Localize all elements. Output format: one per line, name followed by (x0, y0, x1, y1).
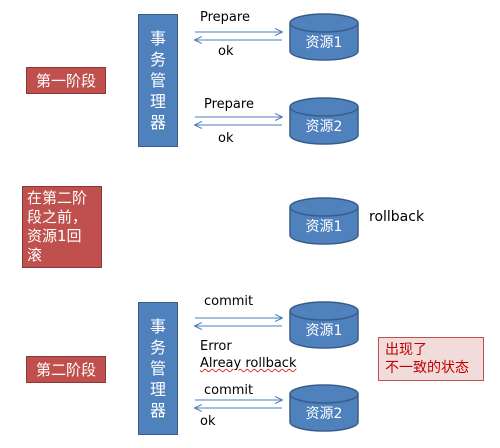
prepare-label-2: Prepare (204, 97, 254, 112)
db-label: 资源2 (306, 406, 343, 422)
db-cylinder-p2-r1: 资源1 (289, 301, 359, 349)
prepare-label-1: Prepare (200, 10, 250, 25)
db-label: 资源1 (306, 323, 343, 339)
manager-char: 务 (149, 338, 166, 357)
manager-char: 管 (149, 359, 166, 378)
stage-label-phase1: 第一阶段 (26, 67, 106, 94)
note-line: 滚 (27, 246, 43, 264)
inconsistency-warning-box: 出现了 不一致的状态 (378, 337, 484, 381)
db-cylinder-p2-r2: 资源2 (289, 384, 359, 432)
error-label: Error (200, 339, 232, 354)
ok-label-3: ok (200, 414, 216, 429)
db-label: 资源2 (306, 119, 343, 135)
commit-label-1: commit (204, 294, 254, 309)
manager-char: 器 (149, 113, 166, 132)
warning-line: 不一致的状态 (385, 360, 469, 376)
manager-char: 器 (149, 401, 166, 420)
ok-label-1: ok (218, 44, 234, 59)
db-cylinder-mid-r1: 资源1 (289, 197, 359, 245)
manager-char: 事 (149, 317, 166, 336)
note-line: 在第二阶 (27, 189, 88, 207)
manager-char: 管 (149, 71, 166, 90)
manager-char: 理 (149, 92, 166, 111)
warning-line: 出现了 (385, 342, 427, 358)
db-cylinder-p1-r2: 资源2 (289, 97, 359, 145)
db-label: 资源1 (306, 219, 343, 235)
db-cylinder-p1-r1: 资源1 (289, 13, 359, 61)
already-rollback-label: Alreay rollback (200, 356, 297, 371)
manager-char: 务 (149, 50, 166, 69)
note-line: 资源1回 (27, 227, 82, 245)
rollback-label: rollback (369, 209, 425, 225)
stage-label-phase2: 第二阶段 (26, 356, 106, 383)
manager-char: 事 (149, 29, 166, 48)
note-line: 段之前， (27, 208, 88, 226)
commit-label-2: commit (204, 383, 254, 398)
transaction-manager-phase2: 事 务 管 理 器 (138, 302, 178, 435)
db-label: 资源1 (306, 35, 343, 51)
rollback-note-box: 在第二阶 段之前， 资源1回 滚 (22, 186, 102, 268)
transaction-manager-phase1: 事 务 管 理 器 (138, 14, 178, 147)
ok-label-2: ok (218, 131, 234, 146)
manager-char: 理 (149, 380, 166, 399)
